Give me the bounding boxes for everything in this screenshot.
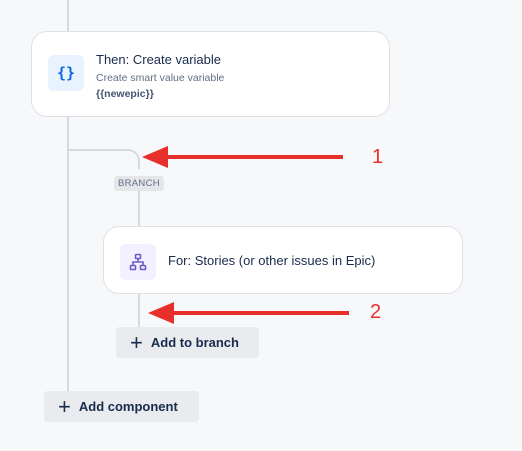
annotation-label-1: 1 [372, 146, 384, 168]
branch-line-lower [138, 191, 140, 227]
branch-connector [67, 149, 140, 169]
annotation-arrow-1 [142, 146, 343, 168]
create-variable-card[interactable]: {} Then: Create variable Create smart va… [31, 31, 390, 117]
curly-braces-icon: {} [48, 55, 84, 91]
button-label: Add to branch [150, 335, 239, 350]
card-title: For: Stories (or other issues in Epic) [168, 253, 376, 268]
annotation-label-2: 2 [370, 301, 382, 323]
card-title: Then: Create variable [96, 52, 222, 67]
plus-icon: + [130, 329, 143, 355]
branch-inner-line [138, 293, 140, 328]
card-subtitle: Create smart value variable [96, 72, 225, 84]
branch-hierarchy-icon [120, 244, 156, 280]
for-branch-card[interactable]: For: Stories (or other issues in Epic) [103, 226, 463, 294]
variable-name: {{newepic}} [96, 88, 154, 100]
annotation-arrow-2 [148, 302, 349, 324]
branch-badge: BRANCH [114, 176, 164, 191]
button-label: Add component [78, 399, 178, 414]
add-to-branch-button[interactable]: + Add to branch [116, 327, 259, 358]
main-flow-line-top [67, 0, 69, 33]
add-component-button[interactable]: + Add component [44, 391, 199, 422]
plus-icon: + [58, 393, 71, 419]
